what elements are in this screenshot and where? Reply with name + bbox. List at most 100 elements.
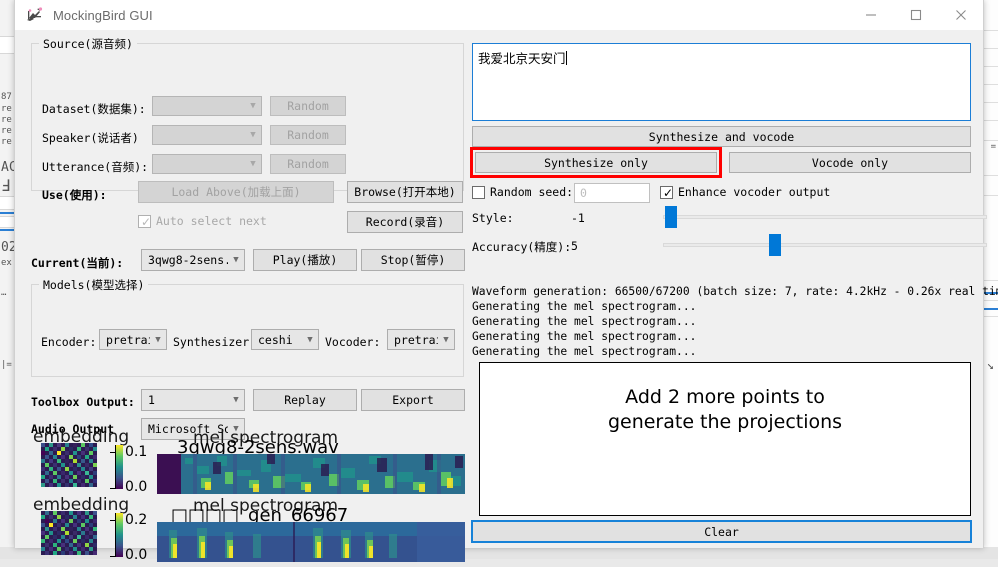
row2-embedding-heatmap: [41, 511, 97, 555]
accuracy-slider[interactable]: [663, 234, 987, 256]
text-caret: [566, 51, 567, 65]
row2-cbar-tick-min: [110, 556, 115, 557]
enhance-vocoder-label: Enhance vocoder output: [678, 185, 830, 199]
projection-message-line1: Add 2 more points to: [608, 385, 842, 410]
row1-embedding-heatmap: [41, 443, 97, 487]
style-value: -1: [571, 211, 585, 225]
synthesize-and-vocode-button[interactable]: Synthesize and vocode: [472, 126, 971, 147]
toolbox-output-label: Toolbox Output:: [31, 395, 135, 409]
chevron-down-icon: ▼: [228, 395, 244, 405]
mockingbird-window: MockingBird GUI Source(源音频) Dataset(数据集)…: [14, 0, 984, 548]
utterance-combo[interactable]: ▼: [152, 154, 262, 174]
random-seed-value: 0: [580, 186, 587, 200]
log-line: Generating the mel spectrogram...: [472, 344, 998, 359]
chevron-down-icon: ▼: [245, 159, 261, 169]
encoder-value: pretrain: [106, 333, 150, 347]
window-title: MockingBird GUI: [53, 8, 153, 23]
accuracy-value: 5: [571, 239, 578, 253]
current-utterance-combo[interactable]: 3qwg8-2sens.w ▼: [141, 249, 245, 271]
slider-handle[interactable]: [665, 206, 677, 228]
dataset-random-button[interactable]: Random: [270, 96, 346, 116]
vocode-only-button[interactable]: Vocode only: [729, 152, 971, 173]
source-group-title: Source(源音频): [39, 36, 137, 52]
slider-track: [663, 215, 987, 219]
log-output: Waveform generation: 66500/67200 (batch …: [472, 284, 998, 359]
utterance-label: Utterance(音频):: [42, 159, 148, 175]
dataset-label: Dataset(数据集):: [42, 101, 146, 117]
play-button[interactable]: Play(播放): [253, 249, 357, 271]
style-label: Style:: [472, 211, 514, 225]
row2-mel-spectrogram: [157, 522, 465, 562]
synthesizer-label: Synthesizer:: [173, 335, 256, 349]
close-button[interactable]: [938, 0, 983, 31]
log-line: Generating the mel spectrogram...: [472, 314, 998, 329]
models-group-title: Models(模型选择): [39, 277, 148, 293]
client-area: Source(源音频) Dataset(数据集): ▼ Random Speak…: [15, 31, 983, 548]
row1-colorbar: [116, 445, 123, 489]
clear-button[interactable]: Clear: [472, 521, 971, 542]
projection-message: Add 2 more points to generate the projec…: [608, 385, 842, 435]
chevron-down-icon: ▼: [245, 130, 261, 140]
speaker-combo[interactable]: ▼: [152, 125, 262, 145]
row1-cbar-max-label: 0.1: [125, 444, 147, 460]
visualization-area: embedding: [21, 427, 465, 567]
speaker-label: Speaker(说话者): [42, 130, 139, 146]
slider-handle[interactable]: [769, 234, 781, 256]
chevron-down-icon: ▼: [245, 101, 261, 111]
stop-button[interactable]: Stop(暂停): [361, 249, 465, 271]
text-input-field[interactable]: 我爱北京天安门: [472, 43, 971, 121]
current-label: Current(当前):: [31, 255, 123, 271]
chevron-down-icon: ▼: [302, 335, 318, 345]
row1-cbar-tick-max: [110, 452, 115, 453]
encoder-combo[interactable]: pretrain ▼: [99, 329, 167, 350]
browse-button[interactable]: Browse(打开本地): [347, 181, 463, 203]
utterance-random-button[interactable]: Random: [270, 154, 346, 174]
row2-cbar-max-label: 0.2: [125, 512, 147, 528]
random-seed-checkbox[interactable]: Random seed:: [472, 185, 573, 199]
record-button[interactable]: Record(录音): [347, 211, 463, 233]
title-bar[interactable]: MockingBird GUI: [15, 0, 983, 31]
random-seed-field[interactable]: 0: [574, 183, 650, 203]
synthesizer-combo[interactable]: ceshi ▼: [251, 329, 319, 350]
row1-cbar-min-label: 0.0: [125, 479, 147, 495]
synthesize-only-button[interactable]: Synthesize only: [475, 152, 717, 173]
checkbox-box: ✓: [138, 215, 151, 228]
slider-track: [663, 243, 987, 247]
projection-message-line2: generate the projections: [608, 410, 842, 435]
random-seed-label: Random seed:: [490, 185, 573, 199]
row1-cbar-tick-min: [110, 488, 115, 489]
text-input-value: 我爱北京天安门: [478, 51, 566, 66]
log-line: Generating the mel spectrogram...: [472, 299, 998, 314]
checkbox-box: ✓: [660, 186, 673, 199]
projection-plot[interactable]: Add 2 more points to generate the projec…: [479, 362, 971, 516]
chevron-down-icon: ▼: [438, 335, 454, 345]
use-label: Use(使用):: [42, 187, 107, 203]
row2-cbar-tick-max: [110, 520, 115, 521]
synthesizer-value: ceshi: [258, 333, 302, 347]
row2-cbar-min-label: 0.0: [125, 547, 147, 563]
load-above-button[interactable]: Load Above(加载上面): [138, 181, 334, 203]
vocoder-combo[interactable]: pretrain ▼: [387, 329, 455, 350]
row1-mel-spectrogram: [157, 454, 465, 494]
row2-colorbar: [116, 513, 123, 557]
minimize-button[interactable]: [848, 0, 893, 31]
vocoder-label: Vocoder:: [325, 335, 380, 349]
mockingbird-icon: [25, 7, 45, 23]
speaker-random-button[interactable]: Random: [270, 125, 346, 145]
toolbox-output-combo[interactable]: 1 ▼: [141, 389, 245, 411]
checkbox-box: [472, 186, 485, 199]
vocoder-value: pretrain: [394, 333, 438, 347]
window-controls: [848, 0, 983, 31]
dataset-combo[interactable]: ▼: [152, 96, 262, 116]
auto-select-next-checkbox[interactable]: ✓ Auto select next: [138, 214, 267, 228]
toolbox-output-value: 1: [148, 393, 228, 407]
replay-button[interactable]: Replay: [253, 389, 357, 411]
enhance-vocoder-checkbox[interactable]: ✓ Enhance vocoder output: [660, 185, 830, 199]
maximize-button[interactable]: [893, 0, 938, 31]
current-utterance-value: 3qwg8-2sens.w: [148, 253, 228, 267]
export-button[interactable]: Export: [361, 389, 465, 411]
auto-select-next-label: Auto select next: [156, 214, 267, 228]
encoder-label: Encoder:: [41, 335, 96, 349]
style-slider[interactable]: [663, 206, 987, 228]
chevron-down-icon: ▼: [150, 335, 166, 345]
